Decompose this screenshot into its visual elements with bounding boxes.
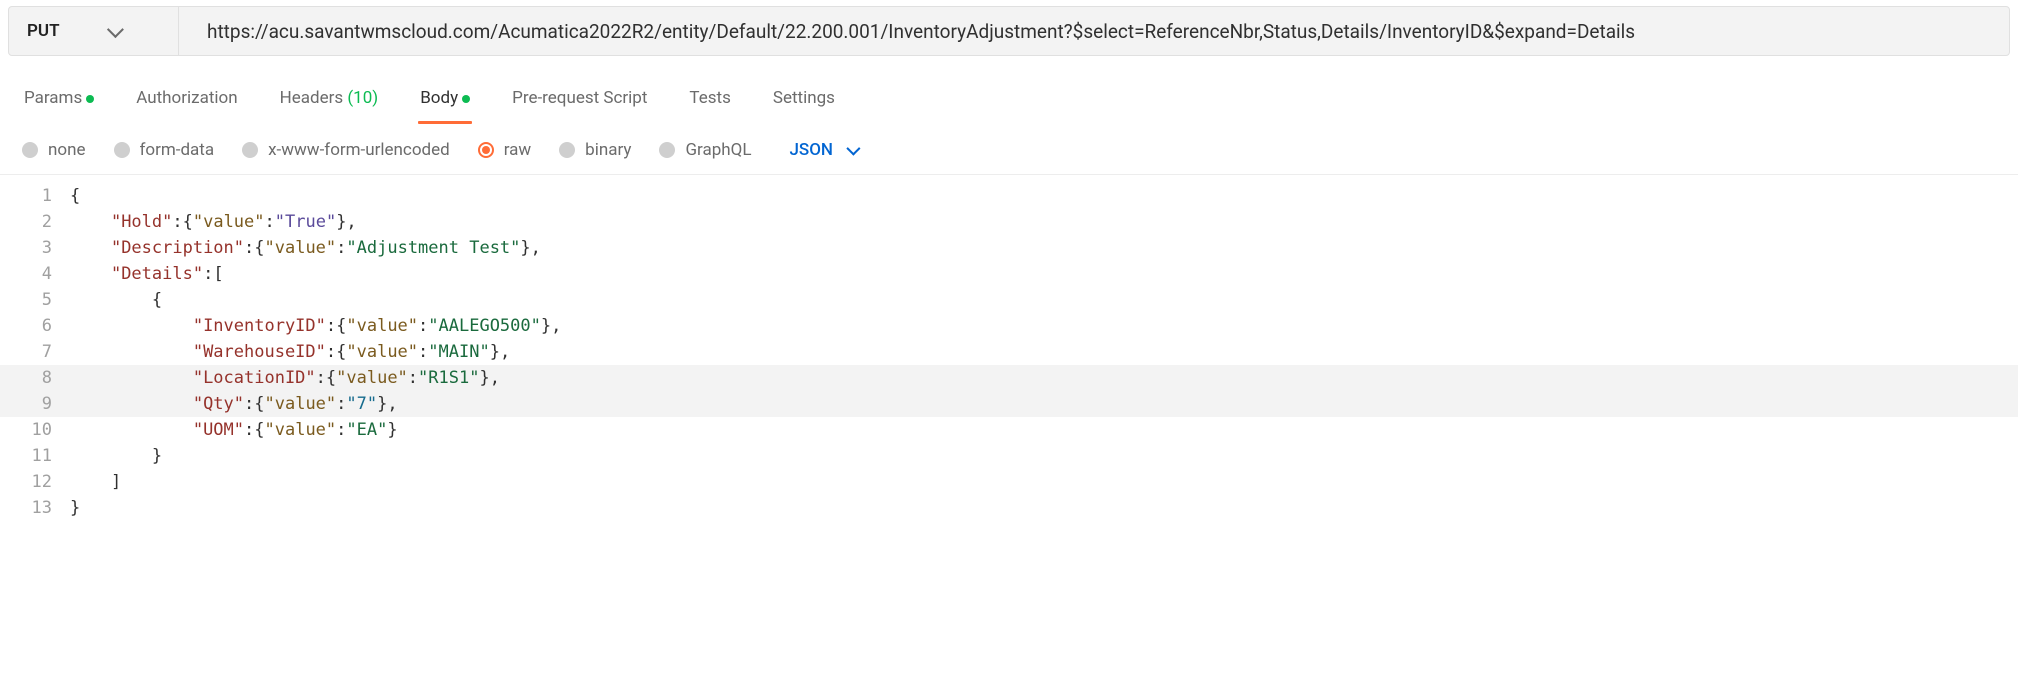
request-tabs: Params Authorization Headers (10) Body P… xyxy=(0,66,2018,124)
editor-line[interactable]: 7 "WarehouseID":{"value":"MAIN"}, xyxy=(0,339,2018,365)
editor-line[interactable]: 3 "Description":{"value":"Adjustment Tes… xyxy=(0,235,2018,261)
code-content: "InventoryID":{"value":"AALEGO500"}, xyxy=(70,313,2018,339)
tab-settings-label: Settings xyxy=(773,88,835,108)
editor-line[interactable]: 11 } xyxy=(0,443,2018,469)
chevron-down-icon xyxy=(106,21,123,38)
editor-line[interactable]: 6 "InventoryID":{"value":"AALEGO500"}, xyxy=(0,313,2018,339)
json-body-editor[interactable]: 1{2 "Hold":{"value":"True"},3 "Descripti… xyxy=(0,175,2018,521)
code-content: "Qty":{"value":"7"}, xyxy=(70,391,2018,417)
line-number: 5 xyxy=(0,287,70,313)
headers-count: (10) xyxy=(347,88,378,108)
line-number: 13 xyxy=(0,495,70,521)
tab-headers[interactable]: Headers (10) xyxy=(278,84,381,124)
radio-urlencoded[interactable]: x-www-form-urlencoded xyxy=(242,140,450,160)
radio-icon-selected xyxy=(478,142,494,158)
tab-params-label: Params xyxy=(24,88,82,108)
code-content: "Hold":{"value":"True"}, xyxy=(70,209,2018,235)
line-number: 4 xyxy=(0,261,70,287)
radio-raw-label: raw xyxy=(504,140,531,160)
dot-icon xyxy=(86,95,94,103)
dot-icon xyxy=(462,95,470,103)
line-number: 2 xyxy=(0,209,70,235)
tab-body-label: Body xyxy=(420,88,458,108)
editor-line[interactable]: 13} xyxy=(0,495,2018,521)
code-content: { xyxy=(70,183,2018,209)
radio-urlencoded-label: x-www-form-urlencoded xyxy=(268,140,450,160)
chevron-down-icon xyxy=(846,142,860,156)
radio-none-label: none xyxy=(48,140,86,160)
editor-line[interactable]: 8 "LocationID":{"value":"R1S1"}, xyxy=(0,365,2018,391)
request-bar: PUT xyxy=(8,6,2010,56)
request-url-input[interactable] xyxy=(179,7,2009,55)
line-number: 7 xyxy=(0,339,70,365)
line-number: 3 xyxy=(0,235,70,261)
radio-icon xyxy=(659,142,675,158)
radio-formdata[interactable]: form-data xyxy=(114,140,215,160)
code-content: } xyxy=(70,495,2018,521)
line-number: 12 xyxy=(0,469,70,495)
body-language-label: JSON xyxy=(789,140,833,160)
tab-params[interactable]: Params xyxy=(22,84,96,124)
radio-graphql-label: GraphQL xyxy=(685,140,751,160)
http-method-select[interactable]: PUT xyxy=(9,7,179,55)
tab-authorization[interactable]: Authorization xyxy=(134,84,239,124)
radio-icon xyxy=(559,142,575,158)
code-content: "UOM":{"value":"EA"} xyxy=(70,417,2018,443)
radio-icon xyxy=(22,142,38,158)
line-number: 8 xyxy=(0,365,70,391)
radio-raw[interactable]: raw xyxy=(478,140,531,160)
tab-tests[interactable]: Tests xyxy=(687,84,732,124)
tab-tests-label: Tests xyxy=(689,88,730,108)
code-content: "Description":{"value":"Adjustment Test"… xyxy=(70,235,2018,261)
code-content: "WarehouseID":{"value":"MAIN"}, xyxy=(70,339,2018,365)
radio-formdata-label: form-data xyxy=(140,140,215,160)
editor-line[interactable]: 12 ] xyxy=(0,469,2018,495)
line-number: 6 xyxy=(0,313,70,339)
line-number: 9 xyxy=(0,391,70,417)
editor-line[interactable]: 10 "UOM":{"value":"EA"} xyxy=(0,417,2018,443)
http-method-value: PUT xyxy=(27,21,60,41)
editor-line[interactable]: 4 "Details":[ xyxy=(0,261,2018,287)
editor-line[interactable]: 5 { xyxy=(0,287,2018,313)
radio-icon xyxy=(114,142,130,158)
radio-binary[interactable]: binary xyxy=(559,140,631,160)
line-number: 10 xyxy=(0,417,70,443)
editor-line[interactable]: 1{ xyxy=(0,183,2018,209)
body-language-select[interactable]: JSON xyxy=(789,140,857,160)
code-content: } xyxy=(70,443,2018,469)
body-type-row: none form-data x-www-form-urlencoded raw… xyxy=(0,124,2018,175)
editor-line[interactable]: 2 "Hold":{"value":"True"}, xyxy=(0,209,2018,235)
radio-binary-label: binary xyxy=(585,140,631,160)
code-content: ] xyxy=(70,469,2018,495)
radio-icon xyxy=(242,142,258,158)
editor-line[interactable]: 9 "Qty":{"value":"7"}, xyxy=(0,391,2018,417)
radio-none[interactable]: none xyxy=(22,140,86,160)
radio-graphql[interactable]: GraphQL xyxy=(659,140,751,160)
code-content: "Details":[ xyxy=(70,261,2018,287)
line-number: 1 xyxy=(0,183,70,209)
tab-settings[interactable]: Settings xyxy=(771,84,837,124)
code-content: "LocationID":{"value":"R1S1"}, xyxy=(70,365,2018,391)
tab-body[interactable]: Body xyxy=(418,84,472,124)
code-content: { xyxy=(70,287,2018,313)
tab-headers-label: Headers xyxy=(280,88,344,108)
tab-prerequest[interactable]: Pre-request Script xyxy=(510,84,649,124)
tab-authorization-label: Authorization xyxy=(136,88,237,108)
line-number: 11 xyxy=(0,443,70,469)
tab-prerequest-label: Pre-request Script xyxy=(512,88,647,108)
